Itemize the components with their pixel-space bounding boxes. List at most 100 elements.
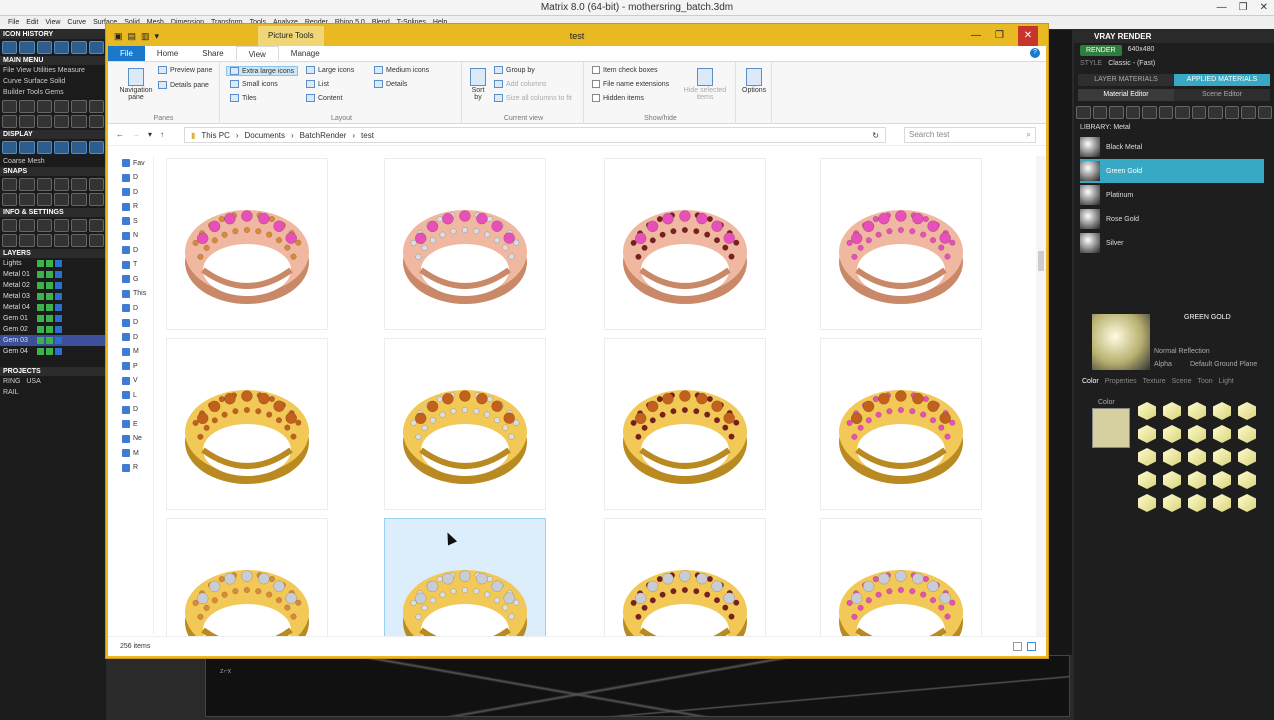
layer-visible-toggle[interactable] (37, 282, 44, 289)
material-preset-cube[interactable] (1138, 471, 1156, 489)
tab-layer-materials[interactable]: LAYER MATERIALS (1078, 74, 1174, 86)
material-preset-cube[interactable] (1163, 494, 1181, 512)
host-menu-item[interactable]: View (45, 16, 60, 29)
material-preset-cube[interactable] (1138, 448, 1156, 466)
layer-color-swatch[interactable] (55, 282, 62, 289)
nav-item[interactable]: D (108, 243, 153, 258)
hidden-items-checkbox[interactable] (592, 94, 600, 102)
3d-viewport[interactable]: z⌐x (205, 655, 1070, 717)
image-thumbnail[interactable] (604, 518, 766, 636)
material-preset-cube[interactable] (1238, 402, 1256, 420)
tab-share[interactable]: Share (190, 46, 235, 61)
details-pane-button[interactable]: Details pane (170, 82, 209, 89)
layer-lock-toggle[interactable] (46, 271, 53, 278)
material-preset-cube[interactable] (1213, 448, 1231, 466)
main-menu-line-1[interactable]: File View Utilities Measure (0, 65, 106, 76)
layer-lock-toggle[interactable] (46, 293, 53, 300)
material-preset-cube[interactable] (1213, 471, 1231, 489)
main-menu-line-3[interactable]: Builder Tools Gems (0, 87, 106, 98)
layer-color-swatch[interactable] (55, 271, 62, 278)
ground-plane-select[interactable]: Default Ground Plane (1190, 361, 1257, 368)
layer-color-swatch[interactable] (55, 337, 62, 344)
nav-item[interactable]: S (108, 214, 153, 229)
layer-row[interactable]: Gem 02 (0, 324, 106, 335)
breadcrumb[interactable]: ▮ This PC › Documents › BatchRender › test … (184, 127, 886, 143)
tab-material-editor[interactable]: Material Editor (1078, 89, 1174, 101)
nav-item[interactable]: D (108, 330, 153, 345)
material-preset-cube[interactable] (1163, 402, 1181, 420)
material-preset-cube[interactable] (1238, 494, 1256, 512)
minimize-button[interactable]: — (971, 26, 981, 46)
breadcrumb-this-pc[interactable]: This PC (201, 131, 229, 140)
nav-item[interactable]: Ne (108, 432, 153, 447)
material-preset-cube[interactable] (1238, 448, 1256, 466)
image-thumbnail[interactable] (384, 158, 546, 330)
nav-item[interactable]: V (108, 374, 153, 389)
material-preset-cube[interactable] (1163, 425, 1181, 443)
details-button[interactable]: Details (386, 81, 407, 88)
add-columns-button[interactable]: Add columns (506, 81, 546, 88)
group-by-button[interactable]: Group by (506, 67, 535, 74)
material-preset-cube[interactable] (1188, 402, 1206, 420)
nav-item[interactable]: R (108, 461, 153, 476)
nav-item[interactable]: D (108, 316, 153, 331)
layer-row[interactable]: Metal 03 (0, 291, 106, 302)
medium-icons-button[interactable]: Medium icons (386, 67, 429, 74)
layer-visible-toggle[interactable] (37, 337, 44, 344)
nav-item[interactable]: G (108, 272, 153, 287)
tab-home[interactable]: Home (145, 46, 190, 61)
layer-lock-toggle[interactable] (46, 326, 53, 333)
hide-selected-button[interactable]: Hide selected items (682, 87, 728, 101)
layer-visible-toggle[interactable] (37, 304, 44, 311)
layer-row[interactable]: Gem 04 (0, 346, 106, 357)
small-icons-button[interactable]: Small icons (242, 81, 278, 88)
layer-row[interactable]: Gem 01 (0, 313, 106, 324)
tab-texture[interactable]: Texture (1143, 378, 1166, 385)
layer-lock-toggle[interactable] (46, 315, 53, 322)
large-icons-button[interactable]: Large icons (318, 67, 354, 74)
sort-by-button[interactable]: Sort by (468, 87, 488, 101)
image-thumbnail[interactable] (384, 518, 546, 636)
layer-lock-toggle[interactable] (46, 304, 53, 311)
material-preset-cube[interactable] (1138, 494, 1156, 512)
material-item[interactable]: Green Gold (1080, 159, 1264, 183)
nav-item[interactable]: R (108, 200, 153, 215)
host-menu-item[interactable]: Edit (26, 16, 38, 29)
help-icon[interactable]: ? (1030, 48, 1040, 58)
image-thumbnail[interactable] (166, 158, 328, 330)
layer-color-swatch[interactable] (55, 315, 62, 322)
preview-pane-button[interactable]: Preview pane (170, 67, 212, 74)
large-icons-view-icon[interactable] (1027, 642, 1036, 651)
material-preset-cube[interactable] (1188, 448, 1206, 466)
resolution-select[interactable]: 640x480 (1128, 43, 1155, 57)
tab-properties[interactable]: Properties (1105, 378, 1137, 385)
layer-visible-toggle[interactable] (37, 293, 44, 300)
material-item[interactable]: Rose Gold (1080, 207, 1264, 231)
nav-item[interactable]: N (108, 229, 153, 244)
layer-color-swatch[interactable] (55, 293, 62, 300)
size-columns-button[interactable]: Size all columns to fit (506, 95, 572, 102)
host-menu-item[interactable]: File (8, 16, 19, 29)
maximize-button[interactable]: ❐ (995, 26, 1004, 46)
material-item[interactable]: Platinum (1080, 183, 1264, 207)
material-preset-cube[interactable] (1213, 425, 1231, 443)
forward-button[interactable]: → (132, 130, 140, 139)
navigation-pane-button[interactable]: Navigation pane (114, 87, 158, 101)
list-button[interactable]: List (318, 81, 329, 88)
image-thumbnail[interactable] (820, 338, 982, 510)
image-thumbnail[interactable] (820, 518, 982, 636)
host-close-button[interactable]: ✕ (1260, 0, 1268, 16)
nav-item[interactable]: M (108, 345, 153, 360)
nav-item[interactable]: D (108, 301, 153, 316)
layer-row[interactable]: Metal 04 (0, 302, 106, 313)
layer-lock-toggle[interactable] (46, 337, 53, 344)
image-thumbnail[interactable] (166, 518, 328, 636)
layer-color-swatch[interactable] (55, 326, 62, 333)
tab-file[interactable]: File (108, 46, 145, 61)
nav-item[interactable]: L (108, 388, 153, 403)
material-preset-cube[interactable] (1238, 425, 1256, 443)
material-preset-cube[interactable] (1213, 402, 1231, 420)
content-button[interactable]: Content (318, 95, 343, 102)
properties-icon[interactable]: ▤ (128, 26, 137, 46)
back-button[interactable]: ← (116, 130, 124, 139)
